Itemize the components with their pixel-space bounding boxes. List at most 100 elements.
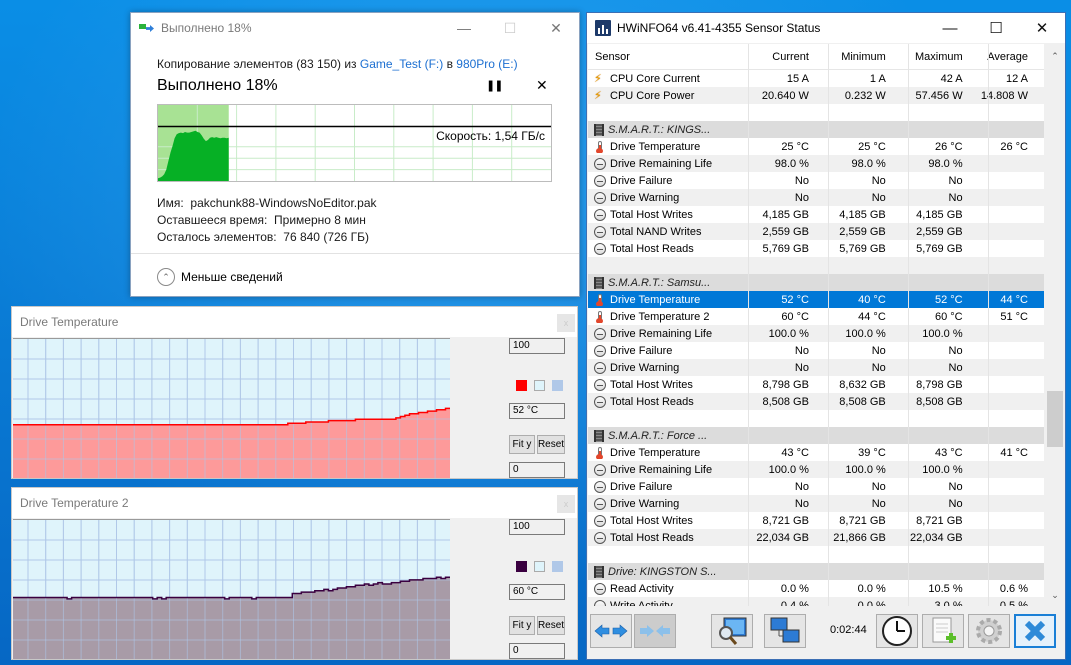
divider	[131, 253, 579, 254]
minimize-button[interactable]: —	[927, 13, 973, 43]
scroll-down-icon[interactable]: ⌄	[1045, 587, 1065, 604]
vertical-scrollbar[interactable]: ⌃ ⌄	[1045, 44, 1065, 606]
line-color-swatch[interactable]	[516, 380, 527, 391]
reset-timer-button[interactable]	[876, 614, 918, 648]
sensor-row[interactable]: Total Host Writes 4,185 GB 4,185 GB 4,185 G…	[588, 206, 1044, 223]
sensor-row[interactable]: Total Host Writes 8,721 GB 8,721 GB 8,721 G…	[588, 512, 1044, 529]
column-header-minimum[interactable]: Minimum	[818, 51, 895, 63]
drive-chip-icon	[594, 429, 604, 442]
gauge-icon	[594, 242, 606, 255]
sensor-group-row[interactable]: S.M.A.R.T.: KINGS...	[588, 121, 1044, 138]
sensor-name: Drive Temperature	[610, 293, 701, 306]
speed-graph-canvas	[158, 105, 551, 181]
reset-button[interactable]: Reset	[537, 616, 565, 635]
close-button[interactable]: ✕	[1019, 13, 1065, 43]
sensor-row[interactable]: Drive Remaining Life 100.0 % 100.0 % 100.0 …	[588, 325, 1044, 342]
sensor-row[interactable]: Total Host Reads 8,508 GB 8,508 GB 8,508 GB	[588, 393, 1044, 410]
sensor-row[interactable]: Drive Failure No No No	[588, 478, 1044, 495]
sensor-name: Drive Failure	[610, 344, 673, 357]
expand-columns-button[interactable]	[590, 614, 632, 648]
sensor-row[interactable]: Drive Temperature 2 60 °C 44 °C 60 °C 51 °C	[588, 308, 1044, 325]
sensor-name: Drive Warning	[610, 497, 680, 510]
maximum-value: 8,721 GB	[916, 514, 963, 527]
minimum-value: No	[871, 361, 886, 374]
sensor-row[interactable]: Total Host Reads 5,769 GB 5,769 GB 5,769 GB	[588, 240, 1044, 257]
sensor-group-row[interactable]: S.M.A.R.T.: Force ...	[588, 427, 1044, 444]
background-color-swatch[interactable]	[534, 561, 545, 572]
sensor-row[interactable]: Drive Warning No No No	[588, 495, 1044, 512]
reset-button[interactable]: Reset	[537, 435, 565, 454]
settings-button[interactable]	[968, 614, 1010, 648]
maximize-button[interactable]: ☐	[973, 13, 1019, 43]
minimum-value: 44 °C	[858, 310, 886, 323]
y-max-field[interactable]: 100	[509, 338, 565, 354]
close-sensors-button[interactable]	[1014, 614, 1056, 648]
y-min-field[interactable]: 0	[509, 462, 565, 478]
fit-y-button[interactable]: Fit y	[509, 616, 535, 635]
fit-y-button[interactable]: Fit y	[509, 435, 535, 454]
scroll-thumb[interactable]	[1047, 391, 1063, 447]
sensor-row[interactable]: Drive Temperature 25 °C 25 °C 26 °C 26 °C	[588, 138, 1044, 155]
minimize-button[interactable]: —	[441, 13, 487, 43]
scroll-up-icon[interactable]: ⌃	[1045, 48, 1065, 65]
pause-button[interactable]: ❚❚	[486, 79, 503, 92]
background-color-swatch[interactable]	[534, 380, 545, 391]
collapse-columns-button[interactable]	[634, 614, 676, 648]
sensor-row[interactable]: Drive Failure No No No	[588, 342, 1044, 359]
sensor-group-row[interactable]: Drive: KINGSTON S...	[588, 563, 1044, 580]
grid-color-swatch[interactable]	[552, 561, 563, 572]
close-icon[interactable]: x	[557, 495, 575, 513]
network-button[interactable]	[764, 614, 806, 648]
close-button[interactable]: ✕	[533, 13, 579, 43]
maximum-value: No	[948, 480, 963, 493]
y-min-field[interactable]: 0	[509, 643, 565, 659]
thermometer-icon	[594, 140, 606, 153]
copy-arrow-icon	[139, 22, 155, 34]
column-header-average[interactable]: Average	[972, 51, 1044, 63]
items-remaining-value: 76 840 (726 ГБ)	[283, 230, 370, 244]
blank-row	[588, 546, 1044, 563]
column-header-sensor[interactable]: Sensor	[588, 51, 741, 63]
graph-title-bar: Drive Temperature 2 x	[12, 488, 577, 518]
sensor-row[interactable]: ⚡ CPU Core Current 15 A 1 A 42 A 12 A	[588, 70, 1044, 87]
column-header-current[interactable]: Current	[741, 51, 818, 63]
current-value: No	[794, 174, 809, 187]
maximum-value: No	[948, 174, 963, 187]
sensor-row[interactable]: Drive Temperature 43 °C 39 °C 43 °C 41 °C	[588, 444, 1044, 461]
current-value: 52 °C	[781, 293, 809, 306]
graph-controls: 100 60 °C Fit y Reset 0	[452, 519, 578, 659]
minimum-value: 1 A	[869, 72, 886, 85]
destination-link[interactable]: 980Pro (E:)	[456, 57, 517, 71]
sensor-row[interactable]: Read Activity 0.0 % 0.0 % 10.5 % 0.6 %	[588, 580, 1044, 597]
current-value: 98.0 %	[774, 157, 809, 170]
cancel-button[interactable]: ✕	[536, 77, 548, 94]
sensor-row[interactable]: Drive Remaining Life 100.0 % 100.0 % 100.0 …	[588, 461, 1044, 478]
logging-button[interactable]	[922, 614, 964, 648]
gauge-icon	[594, 174, 606, 187]
column-header-maximum[interactable]: Maximum	[895, 51, 972, 63]
sensor-row[interactable]: Drive Warning No No No	[588, 189, 1044, 206]
less-details-button[interactable]: ⌃ Меньше сведений	[157, 268, 283, 286]
maximum-value: 42 A	[940, 72, 963, 85]
sensor-row[interactable]: ⚡ CPU Core Power 20.640 W 0.232 W 57.456 W 14…	[588, 87, 1044, 104]
sensor-row[interactable]: Write Activity 0.4 % 0.0 % 3.0 % 0.5 %	[588, 597, 1044, 606]
sensor-row[interactable]: Drive Failure No No No	[588, 172, 1044, 189]
current-value: 0.0 %	[780, 582, 809, 595]
sensor-row[interactable]: Total NAND Writes 2,559 GB 2,559 GB 2,559 G…	[588, 223, 1044, 240]
y-max-field[interactable]: 100	[509, 519, 565, 535]
close-icon[interactable]: x	[557, 314, 575, 332]
line-color-swatch[interactable]	[516, 561, 527, 572]
report-button[interactable]	[711, 614, 753, 648]
sensor-row[interactable]: Drive Warning No No No	[588, 359, 1044, 376]
lightning-bolt-icon: ⚡	[594, 89, 602, 102]
sensor-row[interactable]: Total Host Reads 22,034 GB 21,866 GB 22,034…	[588, 529, 1044, 546]
gauge-icon	[594, 599, 606, 606]
source-link[interactable]: Game_Test (F:)	[360, 57, 443, 71]
gauge-icon	[594, 378, 606, 391]
sensor-row[interactable]: Drive Remaining Life 98.0 % 98.0 % 98.0 %	[588, 155, 1044, 172]
grid-color-swatch[interactable]	[552, 380, 563, 391]
sensor-table: Sensor Current Minimum Maximum Average ⚡…	[588, 44, 1044, 606]
sensor-row[interactable]: Total Host Writes 8,798 GB 8,632 GB 8,798 G…	[588, 376, 1044, 393]
sensor-row[interactable]: Drive Temperature 52 °C 40 °C 52 °C 44 °C	[588, 291, 1044, 308]
sensor-group-row[interactable]: S.M.A.R.T.: Samsu...	[588, 274, 1044, 291]
